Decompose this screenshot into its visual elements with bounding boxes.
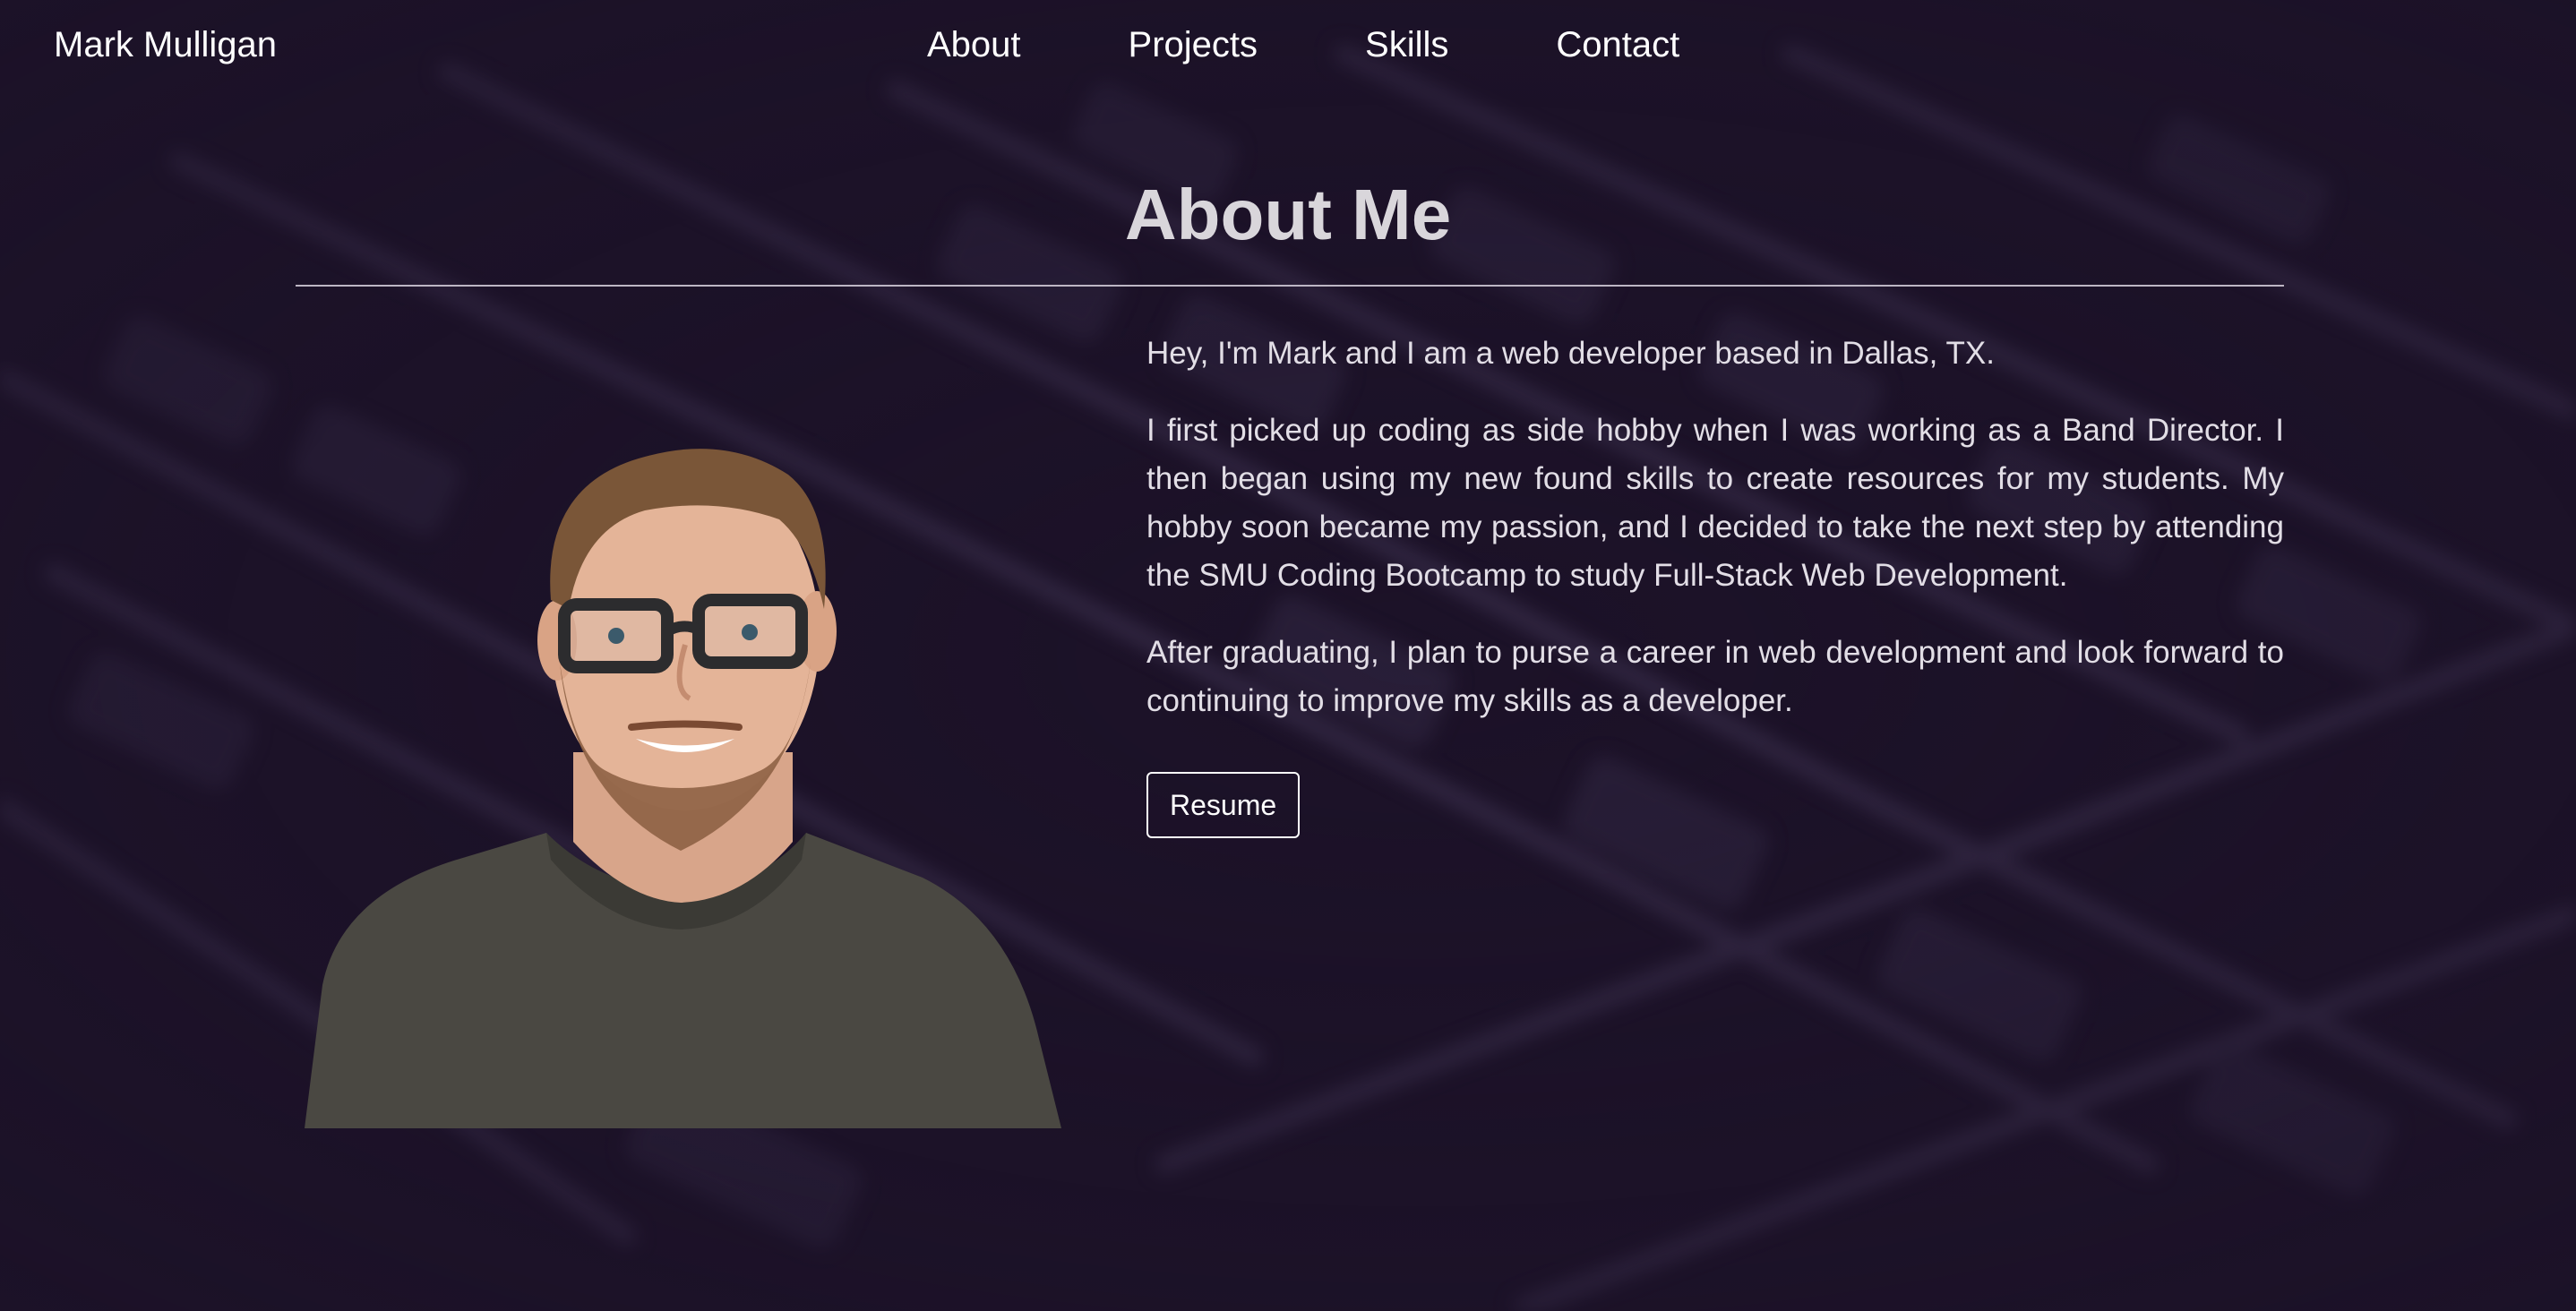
bio-paragraph-goals: After graduating, I plan to purse a care… [1146,635,2284,718]
nav-links: About Projects Skills Contact [896,21,1733,68]
about-bio: Hey, I'm Mark and I am a web developer b… [1146,330,2284,838]
brand-link[interactable]: Mark Mulligan [54,21,277,68]
resume-button[interactable]: Resume [1146,772,1301,838]
nav-link-contact[interactable]: Contact [1502,21,1733,68]
bio-paragraph-intro: Hey, I'm Mark and I am a web developer b… [1146,336,1995,371]
navbar: Mark Mulligan About Projects Skills Cont… [0,0,2576,90]
nav-link-about[interactable]: About [896,21,1075,68]
heading-divider [296,285,2284,287]
nav-link-projects[interactable]: Projects [1075,21,1312,68]
about-heading: About Me [1124,175,1452,254]
bio-paragraph-background: I first picked up coding as side hobby w… [1146,413,2284,593]
profile-photo [305,449,1061,1128]
nav-link-skills[interactable]: Skills [1311,21,1502,68]
